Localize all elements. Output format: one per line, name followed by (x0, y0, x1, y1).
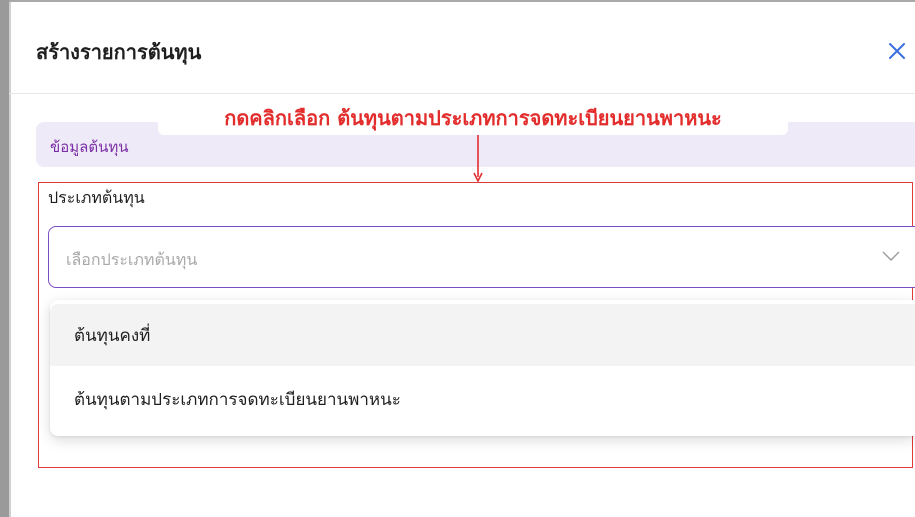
annotation-callout: กดคลิกเลือก ต้นทุนตามประเภทการจดทะเบียนย… (158, 101, 788, 135)
cost-type-placeholder: เลือกประเภทต้นทุน (66, 250, 198, 269)
cost-type-select[interactable]: เลือกประเภทต้นทุน (48, 226, 915, 288)
cost-type-dropdown: ต้นทุนคงที่ ต้นทุนตามประเภทการจดทะเบียนย… (50, 300, 915, 436)
annotation-arrow-icon (473, 135, 483, 183)
background-window-edge-inner (9, 0, 11, 517)
modal-top-border (9, 0, 915, 2)
section-title: ข้อมูลต้นทุน (50, 138, 129, 156)
option-vehicle-registration-cost[interactable]: ต้นทุนตามประเภทการจดทะเบียนยานพาหนะ (50, 368, 915, 430)
modal-title: สร้างรายการต้นทุน (36, 40, 202, 64)
option-fixed-cost[interactable]: ต้นทุนคงที่ (50, 304, 915, 366)
background-window-edge (0, 0, 9, 517)
close-button[interactable] (880, 34, 914, 68)
chevron-down-icon (882, 251, 900, 261)
cost-type-label: ประเภทต้นทุน (48, 188, 145, 207)
close-icon (889, 43, 905, 59)
header-divider (9, 93, 915, 94)
